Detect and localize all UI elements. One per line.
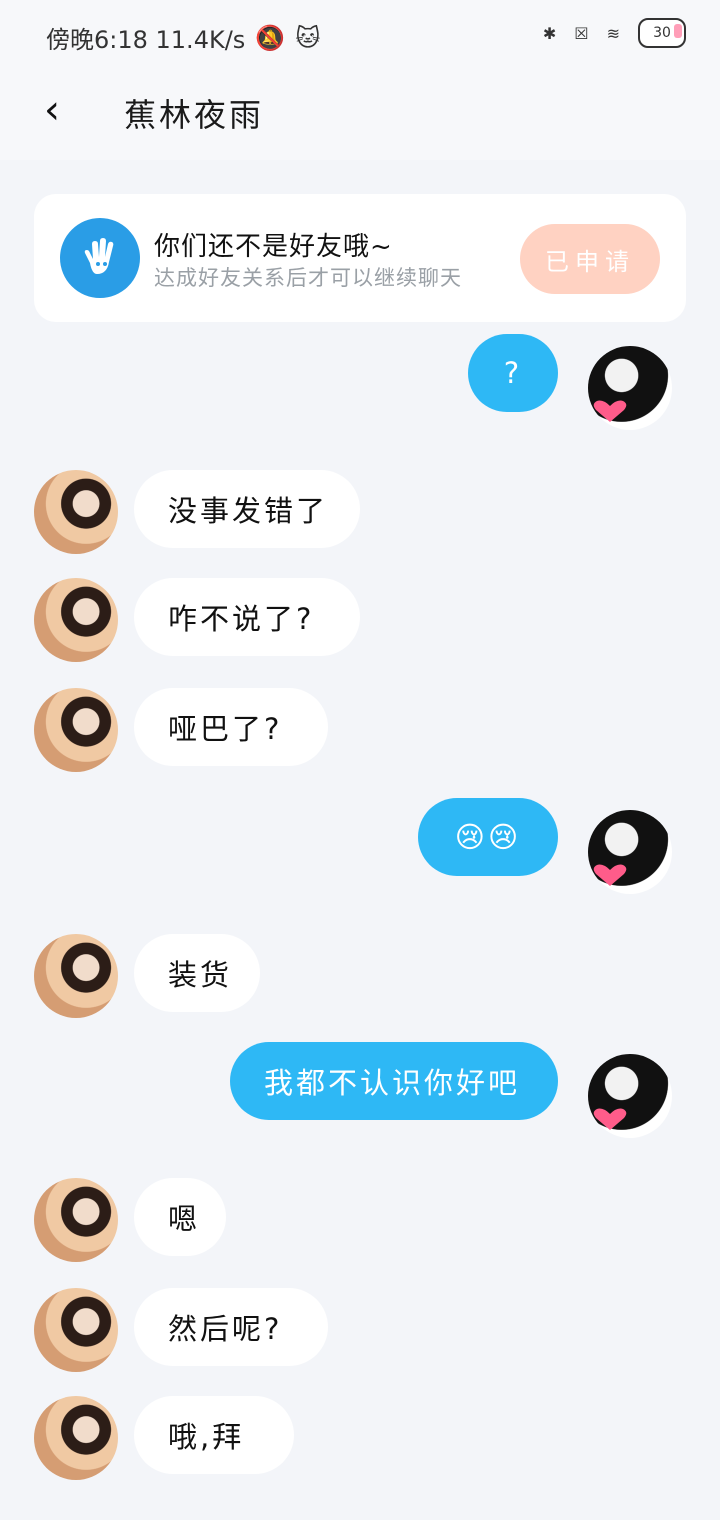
contact-avatar[interactable]	[34, 688, 118, 772]
heart-sticker-icon	[593, 1108, 627, 1130]
hand-icon	[60, 218, 140, 298]
wifi-icon: ≋	[606, 23, 620, 43]
message-bubble-in[interactable]: 装货	[134, 934, 260, 1012]
contact-avatar[interactable]	[34, 934, 118, 1018]
message-bubble-in[interactable]: 咋不说了?	[134, 578, 360, 656]
battery-icon: 30	[638, 18, 686, 48]
notification-icon: 🐱	[295, 23, 321, 52]
message-bubble-out[interactable]: 我都不认识你好吧	[230, 1042, 558, 1120]
bluetooth-icon: ✱	[542, 23, 557, 43]
hand-icon-svg	[84, 238, 114, 274]
mute-bell-icon: 🔕	[255, 23, 286, 52]
contact-avatar[interactable]	[34, 1288, 118, 1372]
applied-button[interactable]: 已申请	[520, 224, 660, 294]
chat-title: 蕉林夜雨	[124, 96, 265, 134]
contact-avatar[interactable]	[34, 1178, 118, 1262]
heart-sticker-icon	[593, 400, 627, 422]
not-friends-title: 你们还不是好友哦~	[154, 232, 393, 262]
my-avatar[interactable]	[588, 810, 672, 894]
heart-sticker-icon	[593, 864, 627, 886]
status-bar: 傍晚6:18 11.4K/s 🔕 🐱 ✱ ☒ ≋ 30	[0, 0, 720, 72]
my-avatar[interactable]	[588, 1054, 672, 1138]
message-bubble-in[interactable]: 哦,拜	[134, 1396, 294, 1474]
back-button[interactable]: ‹	[44, 90, 84, 130]
message-bubble-in[interactable]: 没事发错了	[134, 470, 360, 548]
message-bubble-out[interactable]: 😢😢	[418, 798, 558, 876]
not-friends-subtitle: 达成好友关系后才可以继续聊天	[154, 266, 462, 290]
contact-avatar[interactable]	[34, 1396, 118, 1480]
message-bubble-in[interactable]: 然后呢?	[134, 1288, 328, 1366]
status-time-network: 傍晚6:18 11.4K/s	[46, 26, 246, 54]
message-bubble-in[interactable]: 嗯	[134, 1178, 226, 1256]
status-left: 傍晚6:18 11.4K/s 🔕 🐱	[46, 20, 320, 55]
message-bubble-out[interactable]: ?	[468, 334, 558, 412]
my-avatar[interactable]	[588, 346, 672, 430]
contact-avatar[interactable]	[34, 578, 118, 662]
chat-header: ‹ 蕉林夜雨	[0, 72, 720, 160]
status-right: ✱ ☒ ≋ 30	[543, 18, 686, 48]
friend-request-card: 你们还不是好友哦~ 达成好友关系后才可以继续聊天 已申请	[34, 194, 686, 322]
message-bubble-in[interactable]: 哑巴了?	[134, 688, 328, 766]
sim-icon: ☒	[574, 23, 589, 43]
contact-avatar[interactable]	[34, 470, 118, 554]
